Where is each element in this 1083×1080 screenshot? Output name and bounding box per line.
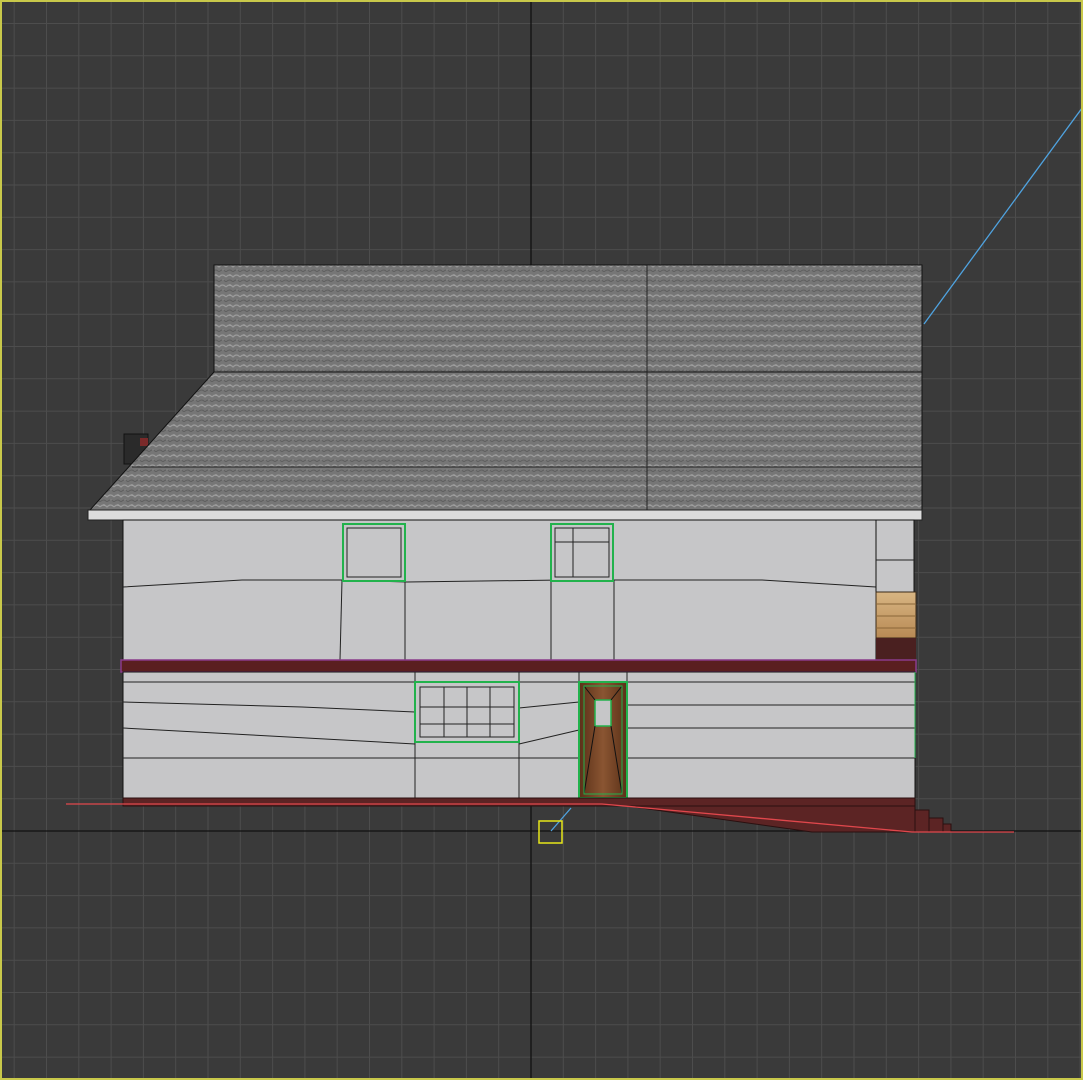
foundation[interactable]	[122, 797, 952, 833]
foundation-step-3[interactable]	[942, 823, 952, 833]
side-column-upper[interactable]	[875, 519, 915, 593]
window-upper-left[interactable]	[342, 523, 406, 582]
camera-line-stub	[550, 807, 572, 832]
foundation-step-2[interactable]	[928, 817, 944, 833]
door-glass	[594, 699, 612, 727]
camera-target-line[interactable]	[923, 104, 1083, 325]
foundation-step-1[interactable]	[914, 809, 930, 833]
chimney-cap	[140, 438, 148, 446]
window-lower[interactable]	[414, 681, 520, 743]
upper-siding[interactable]	[122, 519, 917, 670]
foundation-base[interactable]	[122, 797, 916, 807]
roof[interactable]	[87, 264, 923, 521]
front-viewport[interactable]	[0, 0, 1083, 1080]
viewport-canvas[interactable]	[2, 2, 1083, 1080]
roof-lower-panel[interactable]	[88, 371, 923, 511]
roof-upper-panel[interactable]	[213, 264, 923, 374]
side-stair[interactable]	[875, 591, 917, 639]
pivot-marker[interactable]	[538, 820, 563, 844]
front-door[interactable]	[578, 681, 628, 799]
upper-siding-panel[interactable]	[122, 519, 877, 661]
band-trim[interactable]	[120, 659, 917, 673]
window-upper-right[interactable]	[550, 523, 614, 582]
roof-fascia[interactable]	[87, 509, 923, 521]
